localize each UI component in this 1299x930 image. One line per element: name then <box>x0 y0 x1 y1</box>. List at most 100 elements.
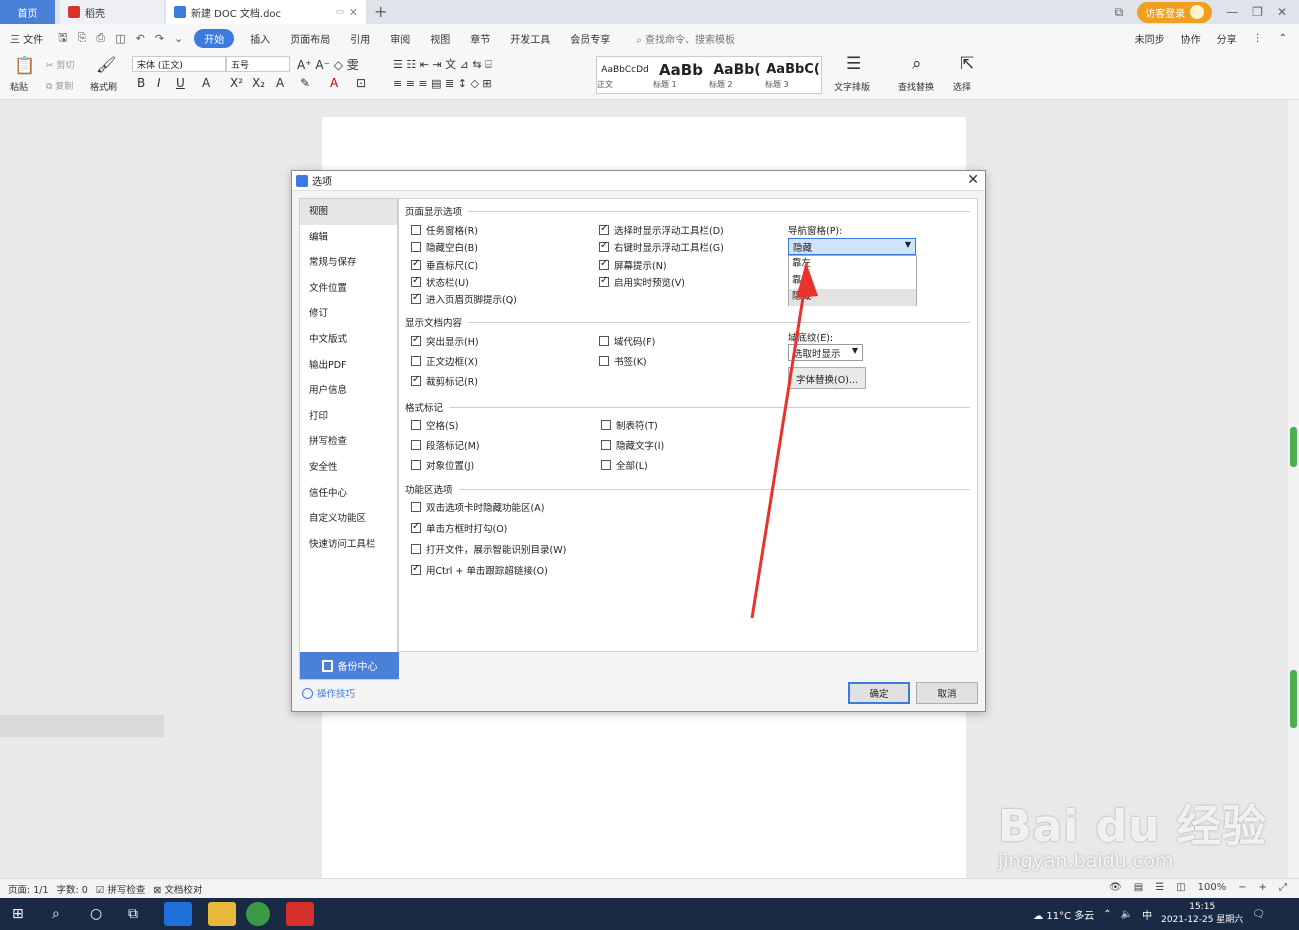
cb-smart-toc[interactable]: 打开文件，展示智能识别目录(W) <box>411 542 566 556</box>
checkbox[interactable] <box>599 275 609 287</box>
checkbox[interactable] <box>601 420 611 430</box>
checkbox[interactable] <box>411 502 421 512</box>
nav-view[interactable]: 视图 <box>300 199 397 225</box>
cb-task-pane[interactable]: 任务窗格(R) <box>411 223 478 237</box>
page-view-icon[interactable]: ▤ <box>1134 882 1143 893</box>
menu-layout[interactable]: 页面布局 <box>280 31 340 46</box>
zoom-in-icon[interactable]: + <box>1259 882 1267 893</box>
nav-security[interactable]: 安全性 <box>300 455 397 481</box>
wps-app-icon[interactable] <box>286 902 314 926</box>
checkbox[interactable] <box>411 420 421 430</box>
cb-live-preview[interactable]: 启用实时预览(V) <box>599 275 685 289</box>
cb-float-toolbar-select[interactable]: 选择时显示浮动工具栏(D) <box>599 223 724 237</box>
checkbox[interactable] <box>411 225 421 235</box>
menu-review[interactable]: 审阅 <box>380 31 420 46</box>
checkbox[interactable] <box>411 544 421 554</box>
checkbox[interactable] <box>411 275 421 287</box>
tray-expand-icon[interactable]: ⌃ <box>1103 909 1111 920</box>
style-heading-2[interactable]: AaBb(标题 2 <box>709 57 765 93</box>
ime-indicator[interactable]: 中 <box>1142 907 1152 922</box>
nav-pane-select[interactable]: 隐藏 ▼ <box>788 238 916 255</box>
print-icon[interactable]: ⎙ <box>91 31 110 45</box>
select-button[interactable]: 选择 <box>953 80 971 93</box>
nav-pane-option-hide[interactable]: 隐藏 <box>789 289 916 306</box>
chrome-app-icon[interactable] <box>246 902 270 926</box>
sync-button[interactable]: 未同步 <box>1135 31 1165 46</box>
nav-general-save[interactable]: 常规与保存 <box>300 250 397 276</box>
collapse-ribbon-icon[interactable]: ⌃ <box>1279 33 1287 44</box>
cb-hide-ribbon-dblclick[interactable]: 双击选项卡时隐藏功能区(A) <box>411 500 544 514</box>
checkbox[interactable] <box>599 223 609 235</box>
tab-home[interactable]: 首页 <box>0 0 55 24</box>
ok-button[interactable]: 确定 <box>848 682 910 704</box>
paste-button[interactable]: 粘贴 <box>10 80 28 93</box>
nav-spell-check[interactable]: 拼写检查 <box>300 429 397 455</box>
menu-view[interactable]: 视图 <box>420 31 460 46</box>
clock[interactable]: 15:15 2021-12-25 星期六 <box>1161 901 1243 927</box>
cancel-button[interactable]: 取消 <box>916 682 978 704</box>
redo-icon[interactable]: ↷ <box>150 32 169 45</box>
nav-quick-access[interactable]: 快速访问工具栏 <box>300 532 397 558</box>
zoom-level[interactable]: 100% <box>1198 882 1227 893</box>
reading-view-icon[interactable]: ◫ <box>1176 882 1185 893</box>
cb-bookmarks[interactable]: 书签(K) <box>599 354 647 368</box>
cb-all-marks[interactable]: 全部(L) <box>601 458 648 472</box>
cut-button[interactable]: ✂ 剪切 <box>46 58 74 71</box>
menu-references[interactable]: 引用 <box>340 31 380 46</box>
field-shading-select[interactable]: 选取时显示 ▼ <box>788 344 863 361</box>
menu-insert[interactable]: 插入 <box>240 31 280 46</box>
task-view-icon[interactable]: ⧉ <box>128 906 138 922</box>
cb-tabs[interactable]: 制表符(T) <box>601 418 658 432</box>
tab-close-icon[interactable]: ✕ <box>349 6 358 19</box>
visitor-login-button[interactable]: 访客登录 <box>1137 1 1213 23</box>
vertical-scrollbar[interactable] <box>1288 100 1299 878</box>
menu-developer[interactable]: 开发工具 <box>500 31 560 46</box>
text-layout-button[interactable]: 文字排版 <box>834 80 870 93</box>
taskbar-search-icon[interactable]: ⌕ <box>52 906 60 922</box>
nav-chinese-layout[interactable]: 中文版式 <box>300 327 397 353</box>
checkbox[interactable] <box>599 240 609 252</box>
find-replace-icon[interactable]: ⌕ <box>912 54 922 74</box>
backup-center-button[interactable]: 备份中心 <box>300 652 399 679</box>
pin-icon[interactable]: ▭ <box>335 7 344 17</box>
nav-trust-center[interactable]: 信任中心 <box>300 481 397 507</box>
cb-header-footer-hint[interactable]: 进入页眉页脚提示(Q) <box>411 292 517 306</box>
windows-start-icon[interactable]: ⊞ <box>12 906 24 922</box>
clear-format-icon[interactable]: A <box>276 76 284 90</box>
checkbox[interactable] <box>411 521 421 533</box>
ie-app-icon[interactable] <box>164 902 192 926</box>
weather-status[interactable]: ☁ 11°C 多云 <box>1033 907 1094 922</box>
minimize-icon[interactable]: — <box>1226 5 1238 19</box>
explorer-app-icon[interactable] <box>208 902 236 926</box>
cb-status-bar[interactable]: 状态栏(U) <box>411 275 469 289</box>
nav-user-info[interactable]: 用户信息 <box>300 378 397 404</box>
nav-pane-option-left[interactable]: 靠左 <box>789 256 916 273</box>
checkbox[interactable] <box>411 563 421 575</box>
checkbox[interactable] <box>411 374 421 386</box>
bullets-icon[interactable]: ☰ ☷ ⇤ ⇥ 文 ⊿ ⇆ ⌸ <box>393 56 492 72</box>
cb-highlight[interactable]: 突出显示(H) <box>411 334 479 348</box>
cb-paragraph-marks[interactable]: 段落标记(M) <box>411 438 480 452</box>
checkbox[interactable] <box>601 460 611 470</box>
cb-hide-blank[interactable]: 隐藏空白(B) <box>411 240 478 254</box>
eye-icon[interactable]: 👁 <box>1109 882 1122 893</box>
style-gallery[interactable]: AaBbCcDd 正文 AaBb 标题 1 AaBb(标题 2 AaBbC(标题 3 <box>596 56 822 94</box>
tips-link[interactable]: 操作技巧 <box>302 686 355 700</box>
nav-file-location[interactable]: 文件位置 <box>300 276 397 302</box>
scroll-thumb[interactable] <box>1290 427 1297 467</box>
underline-icon[interactable]: U <box>176 76 185 90</box>
page-count[interactable]: 页面: 1/1 <box>0 882 49 896</box>
format-painter-icon[interactable]: 🖌 <box>96 55 116 74</box>
nav-pane-option-right[interactable]: 靠右 <box>789 273 916 290</box>
nav-revision[interactable]: 修订 <box>300 301 397 327</box>
notification-icon[interactable]: 🗨 <box>1252 909 1265 920</box>
word-count[interactable]: 字数: 0 <box>49 882 88 896</box>
nav-print[interactable]: 打印 <box>300 404 397 430</box>
undo-icon[interactable]: ↶ <box>131 32 150 45</box>
checkbox[interactable] <box>411 440 421 450</box>
cb-ctrl-click-link[interactable]: 用Ctrl + 单击跟踪超链接(O) <box>411 563 548 577</box>
format-painter-button[interactable]: 格式刷 <box>90 80 117 93</box>
style-heading-1[interactable]: AaBb 标题 1 <box>653 57 709 93</box>
cb-field-codes[interactable]: 域代码(F) <box>599 334 655 348</box>
layout-icon[interactable]: ⧉ <box>1115 5 1124 20</box>
